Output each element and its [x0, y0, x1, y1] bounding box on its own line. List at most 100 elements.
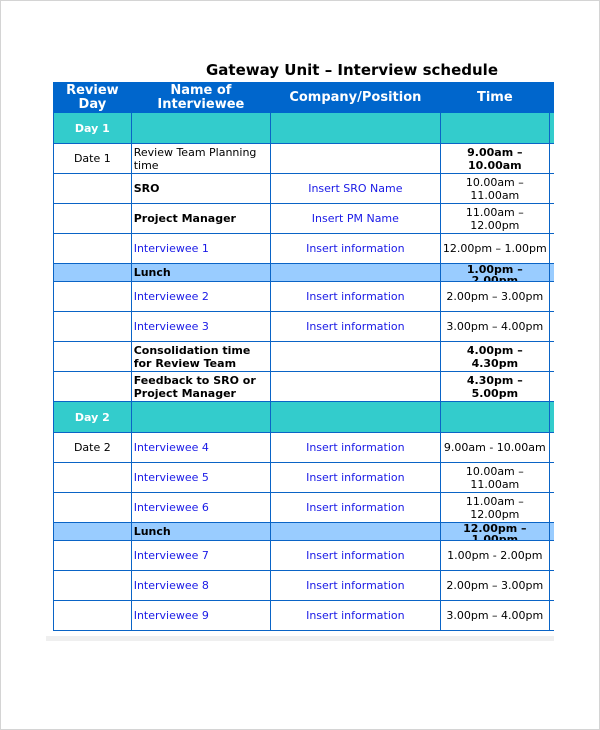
- company-position-cell[interactable]: Insert information: [270, 540, 441, 571]
- table-row: SRO Insert SRO Name 10.00am – 11.00am: [53, 173, 554, 204]
- review-day-cell-text: Day 2: [74, 410, 110, 424]
- company-position-cell[interactable]: Insert information: [270, 233, 441, 264]
- review-day-cell[interactable]: [53, 173, 132, 204]
- overflow-cell: [549, 462, 554, 493]
- interviewee-cell[interactable]: Interviewee 9: [130, 600, 272, 631]
- review-day-cell[interactable]: [53, 203, 132, 234]
- company-position-cell[interactable]: Insert information: [270, 600, 441, 631]
- interviewee-cell[interactable]: Interviewee 7: [130, 540, 272, 571]
- interviewee-cell-text: Interviewee 5: [133, 471, 209, 484]
- time-cell[interactable]: 2.00pm – 3.00pm: [439, 570, 550, 601]
- company-position-cell[interactable]: [270, 341, 441, 372]
- time-cell[interactable]: 10.00am – 11.00am: [439, 462, 550, 493]
- interviewee-cell-text: Interviewee 3: [133, 320, 209, 333]
- time-cell-text: 4.00pm – 4.30pm: [466, 343, 523, 370]
- time-cell[interactable]: 4.30pm – 5.00pm: [439, 371, 550, 402]
- review-day-cell[interactable]: [53, 600, 132, 631]
- company-position-cell[interactable]: [270, 263, 441, 282]
- company-position-cell[interactable]: Insert information: [270, 281, 441, 312]
- interviewee-cell[interactable]: Consolidation time for Review Team: [130, 341, 272, 372]
- review-day-cell[interactable]: Date 1: [53, 143, 132, 174]
- company-position-cell[interactable]: Insert SRO Name: [270, 173, 441, 204]
- review-day-cell[interactable]: [53, 492, 132, 523]
- lunch-row: Lunch 1.00pm – 2.00pm: [53, 263, 554, 282]
- review-day-cell[interactable]: [53, 522, 132, 541]
- interviewee-cell[interactable]: Interviewee 1: [130, 233, 272, 264]
- review-day-cell[interactable]: [53, 570, 132, 601]
- schedule-sheet: Review Day Name of Interviewee Company/P…: [53, 82, 554, 631]
- time-cell[interactable]: 1.00pm – 2.00pm: [439, 263, 550, 282]
- interviewee-cell[interactable]: Interviewee 6: [130, 492, 272, 523]
- time-cell[interactable]: 1.00pm - 2.00pm: [439, 540, 550, 571]
- time-cell[interactable]: 3.00pm – 4.00pm: [439, 311, 550, 342]
- time-cell[interactable]: 11.00am – 12.00pm: [439, 492, 550, 523]
- company-position-cell[interactable]: [270, 522, 441, 541]
- review-day-cell[interactable]: [53, 311, 132, 342]
- review-day-cell[interactable]: [53, 540, 132, 571]
- time-cell[interactable]: 2.00pm – 3.00pm: [439, 281, 550, 312]
- time-cell[interactable]: 12.00pm – 1.00pm: [439, 522, 550, 541]
- interviewee-cell[interactable]: Feedback to SRO or Project Manager: [130, 371, 272, 402]
- interviewee-cell[interactable]: Project Manager: [130, 203, 272, 234]
- company-position-cell[interactable]: Insert information: [270, 462, 441, 493]
- day-section-row: Day 1: [53, 112, 554, 144]
- review-day-cell[interactable]: Day 2: [53, 401, 132, 433]
- interviewee-cell[interactable]: [130, 401, 272, 433]
- overflow-cell: [549, 281, 554, 312]
- overflow-cell: [549, 492, 554, 523]
- day-section-row: Day 2: [53, 401, 554, 433]
- company-position-cell[interactable]: Insert information: [270, 432, 441, 463]
- time-cell[interactable]: 9.00am – 10.00am: [439, 143, 550, 174]
- time-cell-text: 9.00am – 10.00am: [467, 145, 523, 172]
- interviewee-cell[interactable]: [130, 112, 272, 144]
- overflow-cell: [549, 311, 554, 342]
- table-row: Interviewee 6 Insert information 11.00am –…: [53, 492, 554, 523]
- interviewee-cell-text: Interviewee 1: [133, 242, 209, 255]
- company-position-cell[interactable]: [270, 401, 441, 433]
- time-cell-text: 3.00pm – 4.00pm: [446, 609, 544, 622]
- table-row: Interviewee 8 Insert information 2.00pm – …: [53, 570, 554, 601]
- time-cell[interactable]: [439, 112, 550, 144]
- overflow-cell: [549, 203, 554, 234]
- column-header-overflow: [549, 82, 554, 113]
- time-cell[interactable]: 3.00pm – 4.00pm: [439, 600, 550, 631]
- table-row: Interviewee 2 Insert information 2.00pm – …: [53, 281, 554, 312]
- sheet-shadow: [46, 636, 554, 641]
- review-day-cell[interactable]: Date 2: [53, 432, 132, 463]
- review-day-cell[interactable]: [53, 462, 132, 493]
- company-position-cell[interactable]: [270, 143, 441, 174]
- interviewee-cell[interactable]: Interviewee 8: [130, 570, 272, 601]
- company-position-cell[interactable]: Insert information: [270, 570, 441, 601]
- time-cell[interactable]: [439, 401, 550, 433]
- time-cell[interactable]: 4.00pm – 4.30pm: [439, 341, 550, 372]
- interviewee-cell[interactable]: Interviewee 2: [130, 281, 272, 312]
- interviewee-cell[interactable]: Lunch: [130, 263, 272, 282]
- time-cell[interactable]: 11.00am – 12.00pm: [439, 203, 550, 234]
- review-day-cell[interactable]: [53, 263, 132, 282]
- review-day-cell[interactable]: [53, 281, 132, 312]
- company-position-cell[interactable]: Insert information: [270, 311, 441, 342]
- table-row: Project Manager Insert PM Name 11.00am – 1…: [53, 203, 554, 234]
- interviewee-cell[interactable]: Interviewee 5: [130, 462, 272, 493]
- time-cell-text: 3.00pm – 4.00pm: [446, 320, 544, 333]
- time-cell-text: 4.30pm – 5.00pm: [466, 373, 523, 400]
- time-cell[interactable]: 9.00am - 10.00am: [439, 432, 550, 463]
- interviewee-cell[interactable]: SRO: [130, 173, 272, 204]
- review-day-cell[interactable]: [53, 341, 132, 372]
- overflow-cell: [549, 570, 554, 601]
- company-position-cell[interactable]: [270, 371, 441, 402]
- company-position-cell-text: Insert information: [306, 501, 405, 514]
- review-day-cell[interactable]: Day 1: [53, 112, 132, 144]
- interviewee-cell[interactable]: Lunch: [130, 522, 272, 541]
- company-position-cell-text: Insert PM Name: [311, 212, 399, 225]
- interviewee-cell[interactable]: Review Team Planning time: [130, 143, 272, 174]
- time-cell[interactable]: 12.00pm – 1.00pm: [439, 233, 550, 264]
- review-day-cell[interactable]: [53, 371, 132, 402]
- review-day-cell[interactable]: [53, 233, 132, 264]
- interviewee-cell[interactable]: Interviewee 4: [130, 432, 272, 463]
- company-position-cell[interactable]: [270, 112, 441, 144]
- company-position-cell[interactable]: Insert information: [270, 492, 441, 523]
- company-position-cell[interactable]: Insert PM Name: [270, 203, 441, 234]
- time-cell[interactable]: 10.00am – 11.00am: [439, 173, 550, 204]
- interviewee-cell[interactable]: Interviewee 3: [130, 311, 272, 342]
